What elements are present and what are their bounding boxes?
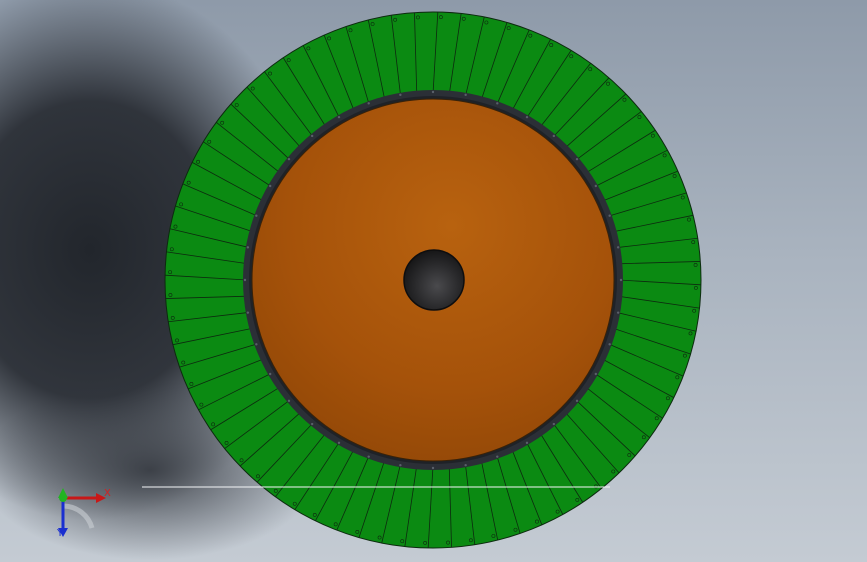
backing-rivet [287,399,291,403]
backing-rivet [246,246,250,249]
backing-rivet [594,184,598,188]
backing-rivet [399,93,402,97]
graphics-viewport[interactable]: X Y [0,0,867,562]
backing-rivet [464,93,467,97]
y-axis-label: Y [57,528,64,539]
flap-disc-model[interactable] [0,0,867,562]
backing-rivet [287,157,291,161]
backing-rivet [608,343,611,346]
arbor-hub [403,249,465,311]
backing-rivet [268,184,272,188]
x-axis-label: X [104,488,111,499]
backing-rivet [399,463,402,467]
backing-rivet [594,372,598,376]
backing-rivet [337,441,341,445]
backing-rivet [310,134,314,138]
backing-rivet [525,441,529,445]
backing-rivet [552,134,556,138]
backing-rivet [575,399,579,403]
backing-rivet [310,422,314,426]
backing-rivet [431,466,435,470]
backing-rivet [246,311,250,314]
backing-rivet [268,372,272,376]
backing-rivet [464,463,467,467]
backing-rivet [367,102,370,105]
backing-rivet [575,157,579,161]
orientation-triad: X Y [40,480,120,542]
backing-rivet [367,455,370,458]
backing-rivet [496,102,499,105]
backing-rivet [243,278,247,282]
backing-rivet [616,311,620,314]
backing-rivet [525,115,529,119]
backing-rivet [496,455,499,458]
backing-rivet [619,278,623,282]
backing-rivet [431,90,435,94]
backing-rivet [616,246,620,249]
backing-rivet [608,214,611,217]
backing-rivet [552,422,556,426]
backing-rivet [337,115,341,119]
backing-rivet [255,343,258,346]
backing-rivet [255,214,258,217]
